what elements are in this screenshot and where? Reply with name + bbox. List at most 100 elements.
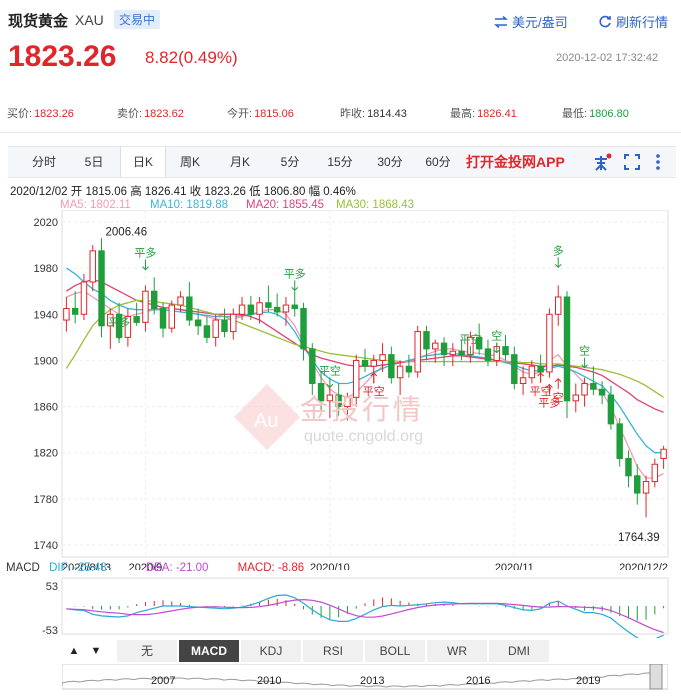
candle-body	[651, 463, 659, 483]
candle-body	[221, 319, 228, 333]
indicator-tab-rsi[interactable]: RSI	[303, 640, 364, 662]
candle-body	[212, 319, 219, 338]
indicator-tab-dmi[interactable]: DMI	[489, 640, 550, 662]
quote-high: 最高: 1826.41	[450, 108, 517, 120]
x-tick-label: 2020/12/2	[619, 562, 668, 570]
candle-body	[63, 308, 70, 321]
candle-body	[282, 304, 290, 313]
quote-bid: 买价: 1823.26	[7, 108, 74, 120]
candle-body	[581, 383, 588, 396]
y-tick-label: 1900	[34, 355, 58, 367]
candle-body	[625, 457, 632, 477]
trade-signal-label: 多	[553, 243, 564, 257]
watermark-url: quote.cngold.org	[304, 428, 424, 445]
candle-body	[511, 354, 518, 385]
macd-value: MACD: -8.86	[237, 562, 305, 574]
trade-signal-arrow	[554, 378, 562, 389]
period-tab-bar: 分时 5日 日K 周K 月K 5分 15分 30分 60分 打开金投网APP	[8, 146, 676, 178]
candle-body	[414, 331, 421, 373]
indicator-tab-macd[interactable]: MACD	[179, 640, 240, 662]
mini-year-label: 2019	[576, 675, 601, 687]
trade-signal-label: 平空	[319, 363, 341, 377]
macd-tick-label: -53	[42, 625, 58, 637]
candle-body	[440, 342, 448, 356]
trade-signal-arrow	[291, 280, 299, 292]
price-change: 8.82(0.49%)	[145, 48, 238, 67]
candle-body	[247, 304, 255, 315]
tab-weekly-k[interactable]: 周K	[168, 147, 212, 177]
trade-signal-arrow	[537, 372, 545, 384]
candle-body	[546, 313, 553, 373]
macd-title: MACD	[6, 562, 40, 574]
open-app-link[interactable]: 打开金投网APP	[466, 147, 565, 177]
y-tick-label: 1740	[34, 540, 58, 552]
tab-5day[interactable]: 5日	[72, 147, 116, 177]
scroll-left-button[interactable]: ▲	[64, 641, 84, 661]
mini-year-label: 2007	[151, 675, 176, 687]
quote-prev-close: 昨收: 1814.43	[340, 108, 407, 120]
strategy-icon[interactable]	[592, 153, 612, 173]
mini-year-label: 2016	[466, 675, 491, 687]
fullscreen-icon[interactable]	[624, 154, 640, 170]
svg-text:Au: Au	[254, 410, 278, 432]
candle-body	[291, 304, 298, 310]
indicator-tab-wr[interactable]: WR	[427, 640, 488, 662]
update-timestamp: 2020-12-02 17:32:42	[556, 52, 659, 64]
low-annotation: 1764.39	[618, 532, 660, 544]
y-tick-label: 1820	[34, 448, 58, 460]
candle-body	[502, 346, 509, 356]
dif-line	[66, 594, 664, 638]
tab-30min[interactable]: 30分	[368, 147, 412, 177]
more-icon[interactable]	[654, 153, 662, 171]
macd-dea: DEA: -21.00	[145, 562, 209, 574]
candle-body	[159, 308, 167, 329]
watermark-text: 金投行情	[300, 394, 425, 425]
tab-monthly-k[interactable]: 月K	[218, 147, 262, 177]
tab-daily-k[interactable]: 日K	[120, 147, 166, 177]
candle-body	[642, 481, 650, 494]
candle-body	[598, 388, 606, 396]
candle-body	[80, 281, 88, 315]
candle-body	[89, 250, 96, 283]
tab-60min[interactable]: 60分	[416, 147, 460, 177]
currency-unit-button[interactable]: 美元/盎司	[494, 12, 568, 31]
candle-body	[607, 394, 615, 425]
candle-body	[361, 359, 369, 367]
candle-body	[71, 308, 79, 315]
indicator-tab-kdj[interactable]: KDJ	[241, 640, 302, 662]
indicator-tab-boll[interactable]: BOLL	[365, 640, 426, 662]
macd-dif: DIF: -25.43	[49, 562, 107, 574]
trade-signal-label: 空	[491, 329, 502, 343]
macd-chart: 53 -53	[42, 577, 669, 638]
candle-body	[458, 350, 465, 356]
trade-signal-arrow	[326, 377, 334, 388]
tab-15min[interactable]: 15分	[318, 147, 362, 177]
candle-body	[300, 308, 307, 350]
instrument-code: XAU	[75, 12, 104, 28]
candle-body	[133, 316, 140, 323]
trade-signal-arrow	[142, 259, 149, 271]
candle-body	[379, 354, 386, 361]
current-price: 1823.26	[8, 40, 117, 73]
candle-body	[537, 365, 544, 373]
scroll-right-button[interactable]: ▼	[86, 641, 106, 661]
refresh-button[interactable]: 刷新行情	[598, 12, 668, 31]
candle-body	[150, 290, 158, 310]
candle-info-line: 2020/12/02 开 1815.06 高 1826.41 收 1823.26…	[10, 186, 356, 198]
candle-body	[634, 475, 641, 494]
candle-body	[449, 350, 457, 356]
y-tick-label: 1980	[34, 263, 58, 275]
candle-body	[563, 296, 571, 402]
indicator-tab-none[interactable]: 无	[117, 640, 178, 662]
macd-label-row: MACD DIF: -25.43 DEA: -21.00 MACD: -8.86	[6, 562, 304, 574]
tab-5min[interactable]: 5分	[268, 147, 312, 177]
candle-body	[177, 296, 184, 306]
x-tick-label: 2020/10	[310, 562, 350, 570]
quote-low: 最低: 1806.80	[562, 108, 629, 120]
y-tick-label: 1860	[34, 402, 58, 414]
refresh-icon	[599, 15, 611, 27]
ma5-line	[66, 290, 664, 479]
tab-intraday[interactable]: 分时	[22, 147, 66, 177]
candle-body	[660, 448, 667, 459]
x-tick-label: 2020/11	[495, 562, 534, 570]
